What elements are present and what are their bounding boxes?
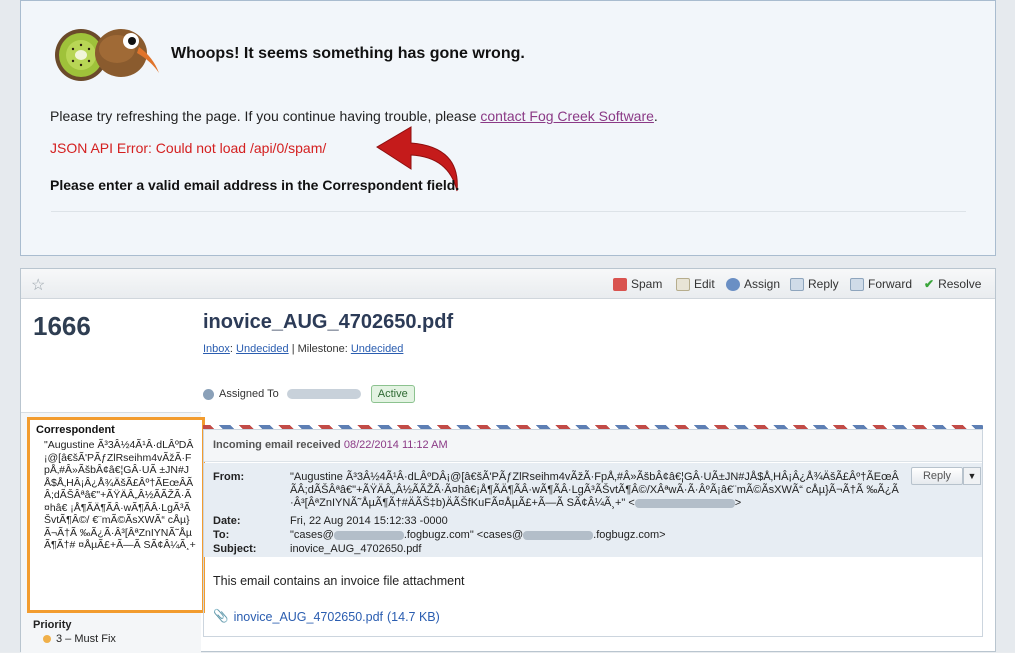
case-toolbar: ☆ Spam Edit Assign Reply Forward ✔ Resolv… (21, 269, 995, 299)
email-event-label: Incoming email received (213, 439, 341, 451)
project-link[interactable]: Inbox (203, 343, 230, 355)
chevron-down-icon[interactable]: ▼ (963, 467, 981, 485)
to-domain-redacted-2 (523, 530, 594, 540)
assigned-to: Assigned To Active (203, 385, 415, 403)
star-icon[interactable]: ☆ (31, 275, 45, 295)
date-row: Date: Fri, 22 Aug 2014 15:12:33 -0000 (213, 515, 448, 527)
subject-label: Subject: (213, 543, 257, 555)
from-label: From: (213, 471, 245, 483)
area-link[interactable]: Undecided (236, 343, 289, 355)
milestone-label: Milestone: (297, 343, 348, 355)
reply-label: Reply (808, 277, 839, 291)
assign-button[interactable]: Assign (726, 277, 780, 291)
reply-button[interactable]: Reply (790, 277, 839, 291)
case-meta: Inbox: Undecided | Milestone: Undecided (203, 343, 404, 355)
user-icon (203, 388, 214, 400)
email-event: Incoming email received 08/22/2014 11:12… (203, 429, 983, 637)
assigned-name-redacted (286, 389, 361, 399)
to-row: To: "cases@ .fogbugz.com" <cases@ .fogbugz… (213, 529, 666, 541)
email-body: This email contains an invoice file atta… (213, 574, 465, 588)
page: Whoops! It seems something has gone wron… (0, 0, 1015, 653)
kiwi-mascot-icon (55, 29, 159, 81)
from-name: "Augustine Ã³3Â½4Ã¹Â·dLÂºDÂ¡@[â€šÃ'PÃƒZl… (290, 471, 899, 509)
contact-link[interactable]: contact Fog Creek Software (480, 108, 654, 124)
subject-value: inovice_AUG_4702650.pdf (290, 543, 422, 555)
refresh-message: Please try refreshing the page. If you c… (50, 108, 658, 124)
error-panel: Whoops! It seems something has gone wron… (20, 0, 996, 256)
email-event-title: Incoming email received 08/22/2014 11:12… (213, 439, 448, 451)
attachment-size: (14.7 KB) (387, 609, 440, 624)
case-panel: ☆ Spam Edit Assign Reply Forward ✔ Resolv… (20, 268, 996, 653)
attachment-link[interactable]: 📎 inovice_AUG_4702650.pdf (14.7 KB) (213, 609, 440, 624)
refresh-tail: . (653, 108, 658, 124)
resolve-button[interactable]: ✔ Resolve (924, 277, 981, 291)
to-label: To: (213, 529, 230, 541)
spam-label: Spam (631, 277, 663, 291)
divider (51, 211, 966, 212)
date-value: Fri, 22 Aug 2014 15:12:33 -0000 (290, 515, 448, 527)
email-event-header: Incoming email received 08/22/2014 11:12… (204, 430, 982, 462)
email-event-date: 08/22/2014 11:12 AM (343, 439, 448, 451)
check-icon: ✔ (924, 277, 935, 291)
milestone-link[interactable]: Undecided (351, 343, 404, 355)
spam-button[interactable]: Spam (613, 277, 662, 291)
from-value: "Augustine Ã³3Â½4Ã¹Â·dLÂºDÂ¡@[â€šÃ'PÃƒZl… (290, 471, 900, 510)
edit-button[interactable]: Edit (676, 277, 715, 291)
edit-icon (676, 277, 690, 291)
edit-label: Edit (694, 277, 715, 291)
attachment-name: inovice_AUG_4702650.pdf (233, 609, 383, 624)
priority-label: Priority (33, 619, 72, 631)
email-reply-label: Reply (922, 470, 952, 482)
correspondent-value: "Augustine Ã³3Â½4Ã¹Â·dLÂºDÂ¡@[â€šÃ'PÃƒZl… (44, 439, 196, 551)
assign-label: Assign (744, 277, 781, 291)
correspondent-box: Correspondent "Augustine Ã³3Â½4Ã¹Â·dLÂºD… (27, 417, 205, 613)
to-part-3: .fogbugz.com> (593, 529, 666, 541)
forward-icon (850, 277, 864, 291)
to-domain-redacted (333, 530, 404, 540)
spam-icon (613, 277, 627, 291)
assigned-label: Assigned To (219, 388, 279, 400)
email-headers: From: "Augustine Ã³3Â½4Ã¹Â·dLÂºDÂ¡@[â€šÃ… (204, 463, 982, 557)
error-title: Whoops! It seems something has gone wron… (171, 45, 525, 62)
from-tail: > (734, 497, 742, 509)
reply-icon (790, 277, 804, 291)
email-reply-button[interactable]: Reply (911, 467, 963, 485)
to-part-1: "cases@ (290, 529, 334, 541)
validation-message: Please enter a valid email address in th… (50, 177, 460, 193)
date-label: Date: (213, 515, 241, 527)
priority-value[interactable]: 3 – Must Fix (43, 633, 116, 645)
from-email-redacted (634, 498, 735, 508)
json-error-message: JSON API Error: Could not load /api/0/sp… (50, 140, 327, 156)
priority-dot-icon (43, 635, 51, 643)
resolve-label: Resolve (938, 277, 982, 291)
forward-button[interactable]: Forward (850, 277, 912, 291)
case-title: inovice_AUG_4702650.pdf (203, 311, 454, 333)
paperclip-icon: 📎 (213, 609, 229, 623)
assign-icon (726, 277, 740, 291)
correspondent-label: Correspondent (36, 424, 115, 436)
from-row: From: "Augustine Ã³3Â½4Ã¹Â·dLÂºDÂ¡@[â€šÃ… (213, 471, 899, 509)
status-badge: Active (370, 385, 415, 403)
to-value: "cases@ .fogbugz.com" <cases@ .fogbugz.com… (290, 529, 900, 542)
to-part-2: .fogbugz.com" <cases@ (403, 529, 524, 541)
priority-text: 3 – Must Fix (56, 633, 116, 645)
forward-label: Forward (868, 277, 913, 291)
subject-row: Subject: inovice_AUG_4702650.pdf (213, 543, 421, 555)
case-number: 1666 (33, 311, 91, 341)
